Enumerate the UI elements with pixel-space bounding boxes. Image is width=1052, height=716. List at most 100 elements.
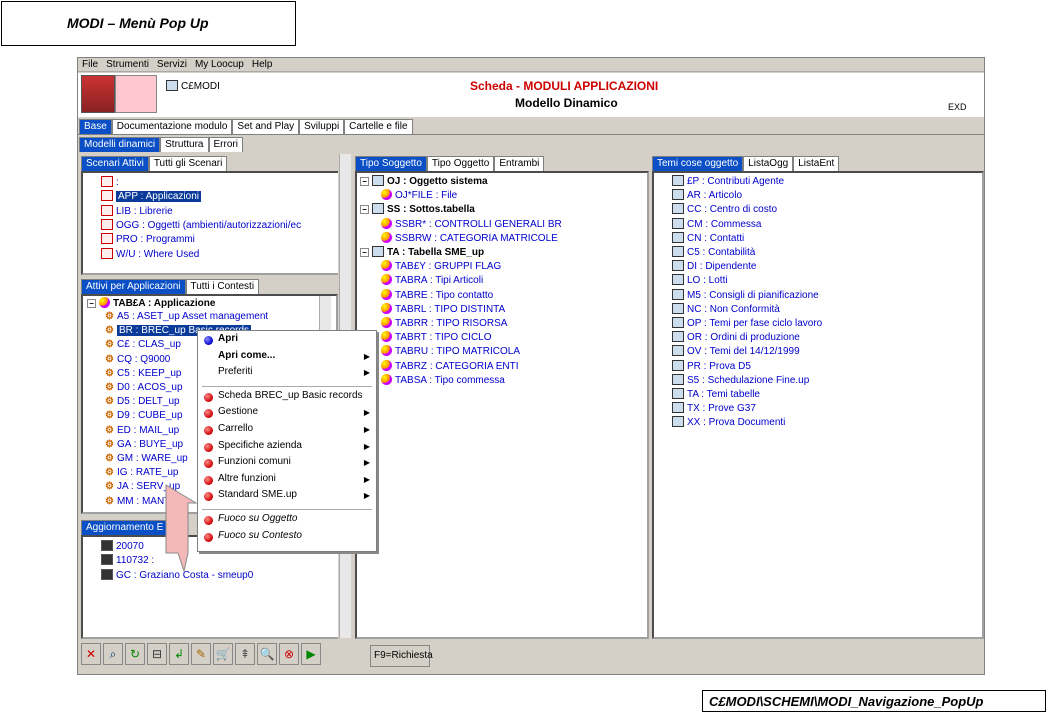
scenario-item[interactable]: OGG : Oggetti (ambienti/autorizzazioni/e… bbox=[101, 218, 301, 233]
tab-cartelle-e-file[interactable]: Cartelle e file bbox=[344, 119, 413, 134]
theme-item[interactable]: OV : Temi del 14/12/1999 bbox=[672, 345, 800, 359]
group-header[interactable]: − OJ : Oggetto sistema bbox=[360, 175, 488, 189]
context-item[interactable]: ⚙ ED : MAIL_up bbox=[105, 425, 179, 439]
theme-item[interactable]: DI : Dipendente bbox=[672, 260, 757, 274]
scenario-item[interactable]: APP : Applicazioni bbox=[101, 190, 201, 204]
collapse-icon[interactable]: − bbox=[360, 205, 369, 215]
theme-item[interactable]: OR : Ordini di produzione bbox=[672, 331, 800, 345]
context-item[interactable]: ⚙ GM : WARE_up bbox=[105, 453, 188, 467]
update-item[interactable]: 20070 bbox=[101, 540, 144, 554]
toolbar-button-icon[interactable]: ⊗ bbox=[279, 643, 299, 665]
context-item[interactable]: ⚙ CQ : Q9000 bbox=[105, 354, 170, 368]
theme-item[interactable]: C5 : Contabilità bbox=[672, 246, 755, 260]
collapse-icon[interactable]: − bbox=[87, 299, 96, 308]
popup-item-standard-sme-up[interactable]: Standard SME.up ▶ bbox=[198, 489, 376, 505]
tab-base[interactable]: Base bbox=[79, 119, 112, 134]
theme-item[interactable]: XX : Prova Documenti bbox=[672, 416, 785, 430]
theme-item[interactable]: TX : Prove G37 bbox=[672, 402, 756, 416]
toolbar-button-icon[interactable]: 🛒 bbox=[213, 643, 233, 665]
subject-item[interactable]: OJ*FILE : File bbox=[381, 189, 457, 203]
theme-item[interactable]: S5 : Schedulazione Fine.up bbox=[672, 373, 809, 388]
subject-item[interactable]: TABSA : Tipo commessa bbox=[381, 373, 505, 388]
theme-item[interactable]: LO : Lotti bbox=[672, 274, 728, 288]
subject-item[interactable]: TABRA : Tipi Articoli bbox=[381, 274, 483, 288]
group-header[interactable]: − SS : Sottos.tabella bbox=[360, 203, 475, 217]
scenario-item[interactable]: W/U : Where Used bbox=[101, 247, 199, 262]
popup-item-carrello[interactable]: Carrello ▶ bbox=[198, 423, 376, 439]
tree-root[interactable]: − TAB£A : Applicazione bbox=[87, 297, 215, 311]
theme-item[interactable]: PR : Prova D5 bbox=[672, 359, 751, 374]
toolbar-button-icon[interactable]: ✎ bbox=[191, 643, 211, 665]
subject-item[interactable]: TABRZ : CATEGORIA ENTI bbox=[381, 359, 519, 374]
popup-item-fuoco-su-contesto[interactable]: Fuoco su Contesto bbox=[198, 530, 376, 546]
popup-item-apri-come-[interactable]: Apri come... ▶ bbox=[198, 350, 376, 366]
tab-attivi-per-applicazioni[interactable]: Attivi per Applicazioni bbox=[81, 279, 186, 294]
tab-tipo-soggetto[interactable]: Tipo Soggetto bbox=[355, 156, 427, 171]
context-item[interactable]: ⚙ D0 : ACOS_up bbox=[105, 382, 183, 396]
context-item[interactable]: ⚙ IG : RATE_up bbox=[105, 467, 178, 481]
tab-errori[interactable]: Errori bbox=[208, 137, 243, 152]
popup-item-scheda-brec-up-basic-records[interactable]: Scheda BREC_up Basic records bbox=[198, 390, 376, 406]
tab-temi-cose-oggetto[interactable]: Temi cose oggetto bbox=[652, 156, 744, 171]
popup-item-preferiti[interactable]: Preferiti ▶ bbox=[198, 366, 376, 382]
theme-item[interactable]: NC : Non Conformità bbox=[672, 302, 780, 317]
tab-listaent[interactable]: ListaEnt bbox=[793, 156, 840, 171]
subject-item[interactable]: TABRR : TIPO RISORSA bbox=[381, 317, 507, 331]
menu-item[interactable]: Servizi bbox=[153, 58, 191, 70]
subject-item[interactable]: TABRL : TIPO DISTINTA bbox=[381, 302, 505, 317]
context-item[interactable]: ⚙ A5 : ASET_up Asset management bbox=[105, 311, 268, 325]
subject-item[interactable]: TABRU : TIPO MATRICOLA bbox=[381, 345, 520, 359]
theme-item[interactable]: AR : Articolo bbox=[672, 189, 742, 203]
theme-item[interactable]: CC : Centro di costo bbox=[672, 203, 777, 217]
menu-item[interactable]: File bbox=[78, 58, 102, 70]
tab-tutti-i-contesti[interactable]: Tutti i Contesti bbox=[185, 279, 260, 294]
toolbar-button-icon[interactable]: ▶ bbox=[301, 643, 321, 665]
tab-tipo-oggetto[interactable]: Tipo Oggetto bbox=[426, 156, 495, 171]
scenario-item[interactable]: LIB : Librerie bbox=[101, 204, 173, 219]
toolbar-button-icon[interactable]: ↲ bbox=[169, 643, 189, 665]
toolbar-button-icon[interactable]: ⇞ bbox=[235, 643, 255, 665]
theme-item[interactable]: TA : Temi tabelle bbox=[672, 388, 760, 402]
toolbar-button-icon[interactable]: ✕ bbox=[81, 643, 101, 665]
tab-sviluppi[interactable]: Sviluppi bbox=[299, 119, 345, 134]
theme-item[interactable]: M5 : Consigli di pianificazione bbox=[672, 288, 819, 303]
tab-listaogg[interactable]: ListaOgg bbox=[743, 156, 794, 171]
context-item[interactable]: ⚙ D9 : CUBE_up bbox=[105, 410, 183, 424]
tab-documentazione-modulo[interactable]: Documentazione modulo bbox=[111, 119, 233, 134]
menu-item[interactable]: My Loocup bbox=[191, 58, 248, 70]
tab-scenari-attivi[interactable]: Scenari Attivi bbox=[81, 156, 149, 171]
subject-item[interactable]: SSBRW : CATEGORIA MATRICOLE bbox=[381, 231, 558, 246]
tab-struttura[interactable]: Struttura bbox=[160, 137, 209, 152]
subject-item[interactable]: SSBR* : CONTROLLI GENERALI BR bbox=[381, 217, 562, 232]
toolbar-button-icon[interactable]: ⌕ bbox=[103, 643, 123, 665]
theme-item[interactable]: £P : Contributi Agente bbox=[672, 175, 784, 189]
theme-item[interactable]: CM : Commessa bbox=[672, 217, 761, 232]
request-button[interactable]: F9=Richiesta bbox=[370, 645, 433, 667]
menu-item[interactable]: Strumenti bbox=[102, 58, 153, 70]
tab-set-and-play[interactable]: Set and Play bbox=[232, 119, 300, 134]
theme-item[interactable]: OP : Temi per fase ciclo lavoro bbox=[672, 317, 822, 331]
collapse-icon[interactable]: − bbox=[360, 248, 369, 257]
update-item[interactable]: 110732 : bbox=[101, 554, 154, 568]
context-item[interactable]: ⚙ C5 : KEEP_up bbox=[105, 368, 181, 382]
toolbar-button-icon[interactable]: ↻ bbox=[125, 643, 145, 665]
scenario-item[interactable]: : bbox=[101, 176, 119, 190]
popup-item-apri[interactable]: Apri bbox=[198, 333, 376, 349]
tab-modelli-dinamici[interactable]: Modelli dinamici bbox=[79, 137, 161, 152]
popup-item-fuoco-su-oggetto[interactable]: Fuoco su Oggetto bbox=[198, 513, 376, 529]
subject-item[interactable]: TABRE : Tipo contatto bbox=[381, 288, 493, 303]
context-item[interactable]: ⚙ GA : BUYE_up bbox=[105, 439, 183, 453]
popup-item-specifiche-azienda[interactable]: Specifiche azienda ▶ bbox=[198, 440, 376, 456]
popup-item-gestione[interactable]: Gestione ▶ bbox=[198, 406, 376, 422]
tab-aggiornamento-e[interactable]: Aggiornamento E bbox=[81, 520, 169, 535]
menu-item[interactable]: Help bbox=[248, 58, 277, 70]
context-item[interactable]: ⚙ D5 : DELT_up bbox=[105, 396, 180, 410]
group-header[interactable]: − TA : Tabella SME_up bbox=[360, 246, 484, 260]
tab-tutti-gli-scenari[interactable]: Tutti gli Scenari bbox=[148, 156, 228, 171]
popup-item-altre-funzioni[interactable]: Altre funzioni ▶ bbox=[198, 473, 376, 489]
theme-item[interactable]: CN : Contatti bbox=[672, 231, 744, 246]
scenario-item[interactable]: PRO : Programmi bbox=[101, 233, 195, 247]
subject-item[interactable]: TABRT : TIPO CICLO bbox=[381, 331, 492, 345]
toolbar-button-icon[interactable]: 🔍 bbox=[257, 643, 277, 665]
tab-entrambi[interactable]: Entrambi bbox=[494, 156, 545, 171]
